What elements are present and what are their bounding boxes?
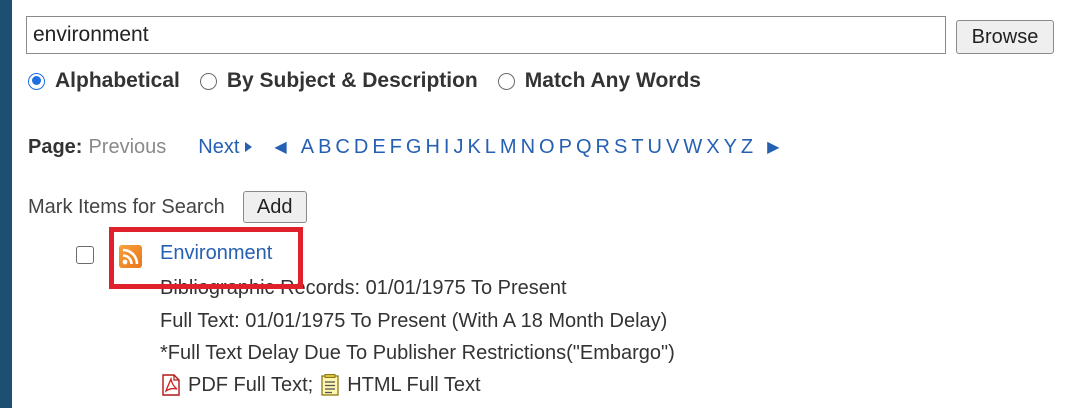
letter-link-b[interactable]: B [318,136,331,159]
letter-link-y[interactable]: Y [724,136,737,159]
next-link[interactable]: Next [198,135,253,159]
highlight-box [109,227,303,289]
embargo-note: *Full Text Delay Due To Publisher Restri… [160,342,675,364]
mark-items-row: Mark Items for Search Add [28,190,307,224]
search-input[interactable] [26,16,946,54]
radio-button[interactable] [497,72,515,90]
radio-label: By Subject & Description [226,69,478,92]
result-checkbox[interactable] [76,246,94,264]
letter-link-j[interactable]: J [453,136,463,159]
letter-link-v[interactable]: V [666,136,679,159]
triangle-right-icon[interactable]: ▶ [767,137,779,157]
letter-link-n[interactable]: N [521,136,535,159]
previous-link: Previous [88,135,167,158]
radio-alphabetical[interactable]: Alphabetical [28,69,180,93]
letter-link-r[interactable]: R [596,136,610,159]
radio-button[interactable] [199,72,217,90]
letter-link-l[interactable]: L [485,136,496,159]
letter-link-o[interactable]: O [539,136,555,159]
html-document-icon[interactable] [321,374,339,396]
triangle-right-icon [245,142,253,152]
radio-label: Alphabetical [55,69,180,92]
letter-link-x[interactable]: X [706,136,719,159]
letter-link-f[interactable]: F [390,136,402,159]
letter-link-z[interactable]: Z [741,136,753,159]
letter-link-q[interactable]: Q [576,136,592,159]
pdf-icon[interactable] [162,374,180,396]
letter-link-d[interactable]: D [354,136,368,159]
mark-items-label: Mark Items for Search [28,195,225,218]
radio-by-subject-description[interactable]: By Subject & Description [199,69,478,93]
browse-panel: Browse Alphabetical By Subject & Descrip… [12,0,1070,408]
radio-label: Match Any Words [524,69,701,92]
letter-link-i[interactable]: I [444,136,450,159]
letter-link-s[interactable]: S [614,136,627,159]
radio-match-any-words[interactable]: Match Any Words [497,69,701,93]
full-text-links: PDF Full Text; HTML Full Text [162,372,481,398]
browse-button[interactable]: Browse [956,20,1054,54]
html-full-text-link[interactable]: HTML Full Text [347,374,480,397]
triangle-left-icon[interactable]: ◀ [274,137,286,157]
radio-button-checked[interactable] [28,72,45,90]
next-label: Next [198,135,240,158]
search-mode-radio-group: Alphabetical By Subject & Description Ma… [28,66,721,96]
letter-link-k[interactable]: K [467,136,480,159]
letter-link-c[interactable]: C [335,136,349,159]
add-button[interactable]: Add [242,191,307,223]
letter-link-g[interactable]: G [406,136,422,159]
letter-link-t[interactable]: T [631,136,643,159]
full-text-coverage: Full Text: 01/01/1975 To Present (With A… [160,310,668,332]
pdf-full-text-link[interactable]: PDF Full Text; [188,374,313,397]
pagination: Page: Previous Next ◀ ABCDEFGHIJKLMNOPQR… [28,133,779,161]
letter-link-p[interactable]: P [559,136,572,159]
letter-link-e[interactable]: E [372,136,385,159]
letter-link-u[interactable]: U [648,136,662,159]
letter-link-w[interactable]: W [683,136,702,159]
letter-index: ABCDEFGHIJKLMNOPQRSTUVWXYZ [301,136,757,159]
letter-link-a[interactable]: A [301,136,314,159]
letter-link-h[interactable]: H [425,136,439,159]
page-label: Page: [28,135,83,158]
letter-link-m[interactable]: M [500,136,517,159]
